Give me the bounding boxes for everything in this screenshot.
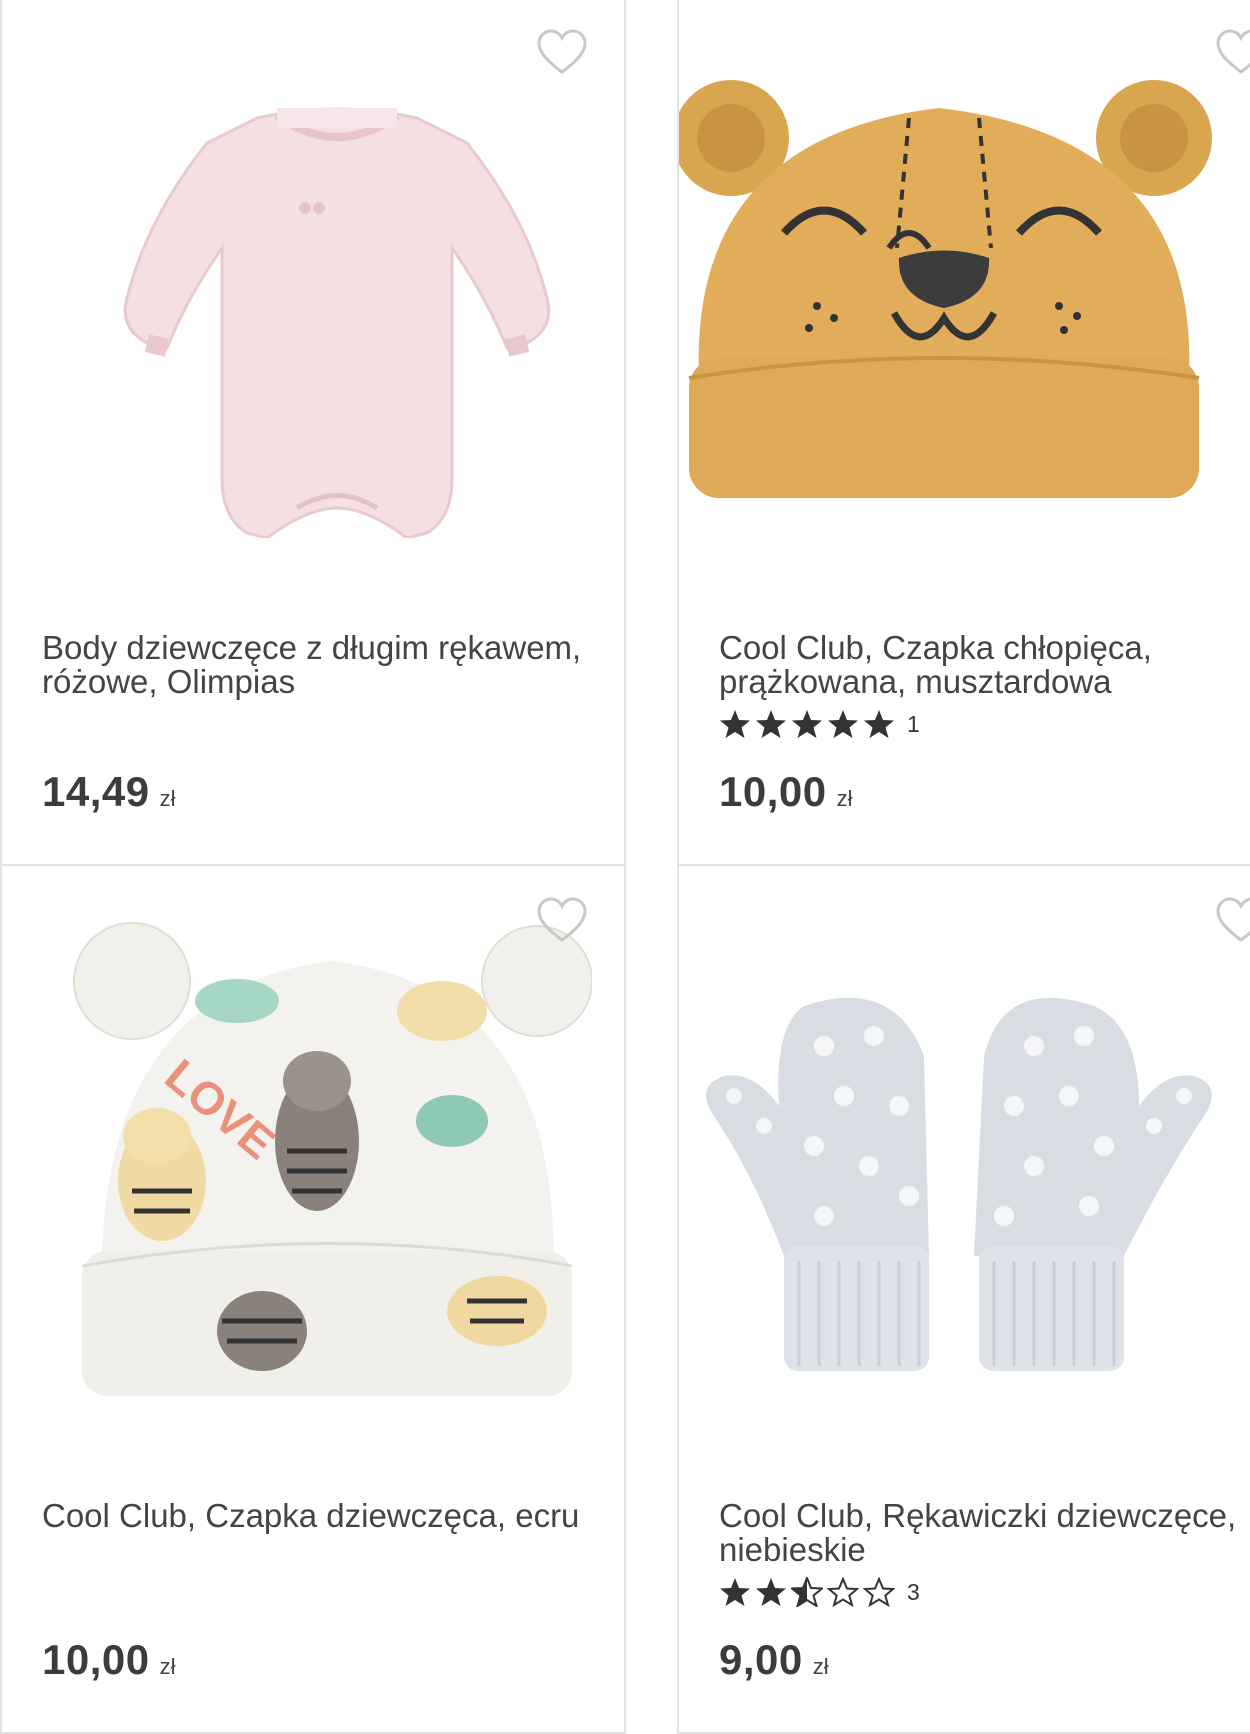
product-card[interactable]: Cool Club, Czapka chłopięca, prążkowana,… <box>677 0 1250 866</box>
ecru-tiger-hat-image: LOVE <box>73 922 592 1396</box>
price-currency: zł <box>836 786 853 811</box>
favorite-heart-icon[interactable] <box>536 28 588 76</box>
pink-bodysuit-image <box>123 107 551 538</box>
star-outline-icon <box>863 1577 895 1607</box>
blue-mittens-image <box>706 997 1212 1371</box>
product-image[interactable]: LOVE <box>2 866 624 1466</box>
star-filled-icon <box>719 1577 751 1607</box>
product-price: 10,00 zł <box>719 768 853 816</box>
rating-stars <box>719 1577 895 1607</box>
favorite-heart-icon[interactable] <box>536 896 588 944</box>
star-filled-icon <box>827 709 859 739</box>
price-currency: zł <box>159 786 176 811</box>
product-image[interactable] <box>679 866 1250 1466</box>
rating-count: 3 <box>907 1578 920 1605</box>
product-title[interactable]: Cool Club, Rękawiczki dziewczęce, niebie… <box>719 1499 1250 1567</box>
star-outline-icon <box>827 1577 859 1607</box>
price-currency: zł <box>159 1654 176 1679</box>
product-rating[interactable]: 1 <box>719 708 920 740</box>
price-amount: 14,49 <box>42 768 150 815</box>
mustard-bear-hat-image <box>679 80 1212 498</box>
product-card[interactable]: Cool Club, Rękawiczki dziewczęce, niebie… <box>677 864 1250 1734</box>
product-price: 14,49 zł <box>42 768 176 816</box>
star-filled-icon <box>755 1577 787 1607</box>
star-half-icon <box>791 1577 823 1607</box>
price-currency: zł <box>812 1654 829 1679</box>
favorite-heart-icon[interactable] <box>1215 28 1250 76</box>
product-title[interactable]: Body dziewczęce z długim rękawem, różowe… <box>42 631 602 699</box>
star-filled-icon <box>791 709 823 739</box>
product-price: 10,00 zł <box>42 1636 176 1684</box>
product-title[interactable]: Cool Club, Czapka dziewczęca, ecru <box>42 1499 602 1533</box>
product-price: 9,00 zł <box>719 1636 829 1684</box>
product-image[interactable] <box>679 0 1250 598</box>
star-filled-icon <box>719 709 751 739</box>
rating-stars <box>719 709 895 739</box>
product-card[interactable]: Body dziewczęce z długim rękawem, różowe… <box>0 0 626 866</box>
price-amount: 10,00 <box>719 768 827 815</box>
rating-count: 1 <box>907 710 920 737</box>
product-title[interactable]: Cool Club, Czapka chłopięca, prążkowana,… <box>719 631 1250 699</box>
price-amount: 10,00 <box>42 1636 150 1683</box>
product-image[interactable] <box>2 0 624 598</box>
price-amount: 9,00 <box>719 1636 803 1683</box>
favorite-heart-icon[interactable] <box>1215 896 1250 944</box>
product-card[interactable]: LOVE Cool Club, Czapka dziewczęca, ecru <box>0 864 626 1734</box>
product-grid: Body dziewczęce z długim rękawem, różowe… <box>0 0 1250 1734</box>
product-rating[interactable]: 3 <box>719 1576 920 1608</box>
star-filled-icon <box>863 709 895 739</box>
star-filled-icon <box>755 709 787 739</box>
